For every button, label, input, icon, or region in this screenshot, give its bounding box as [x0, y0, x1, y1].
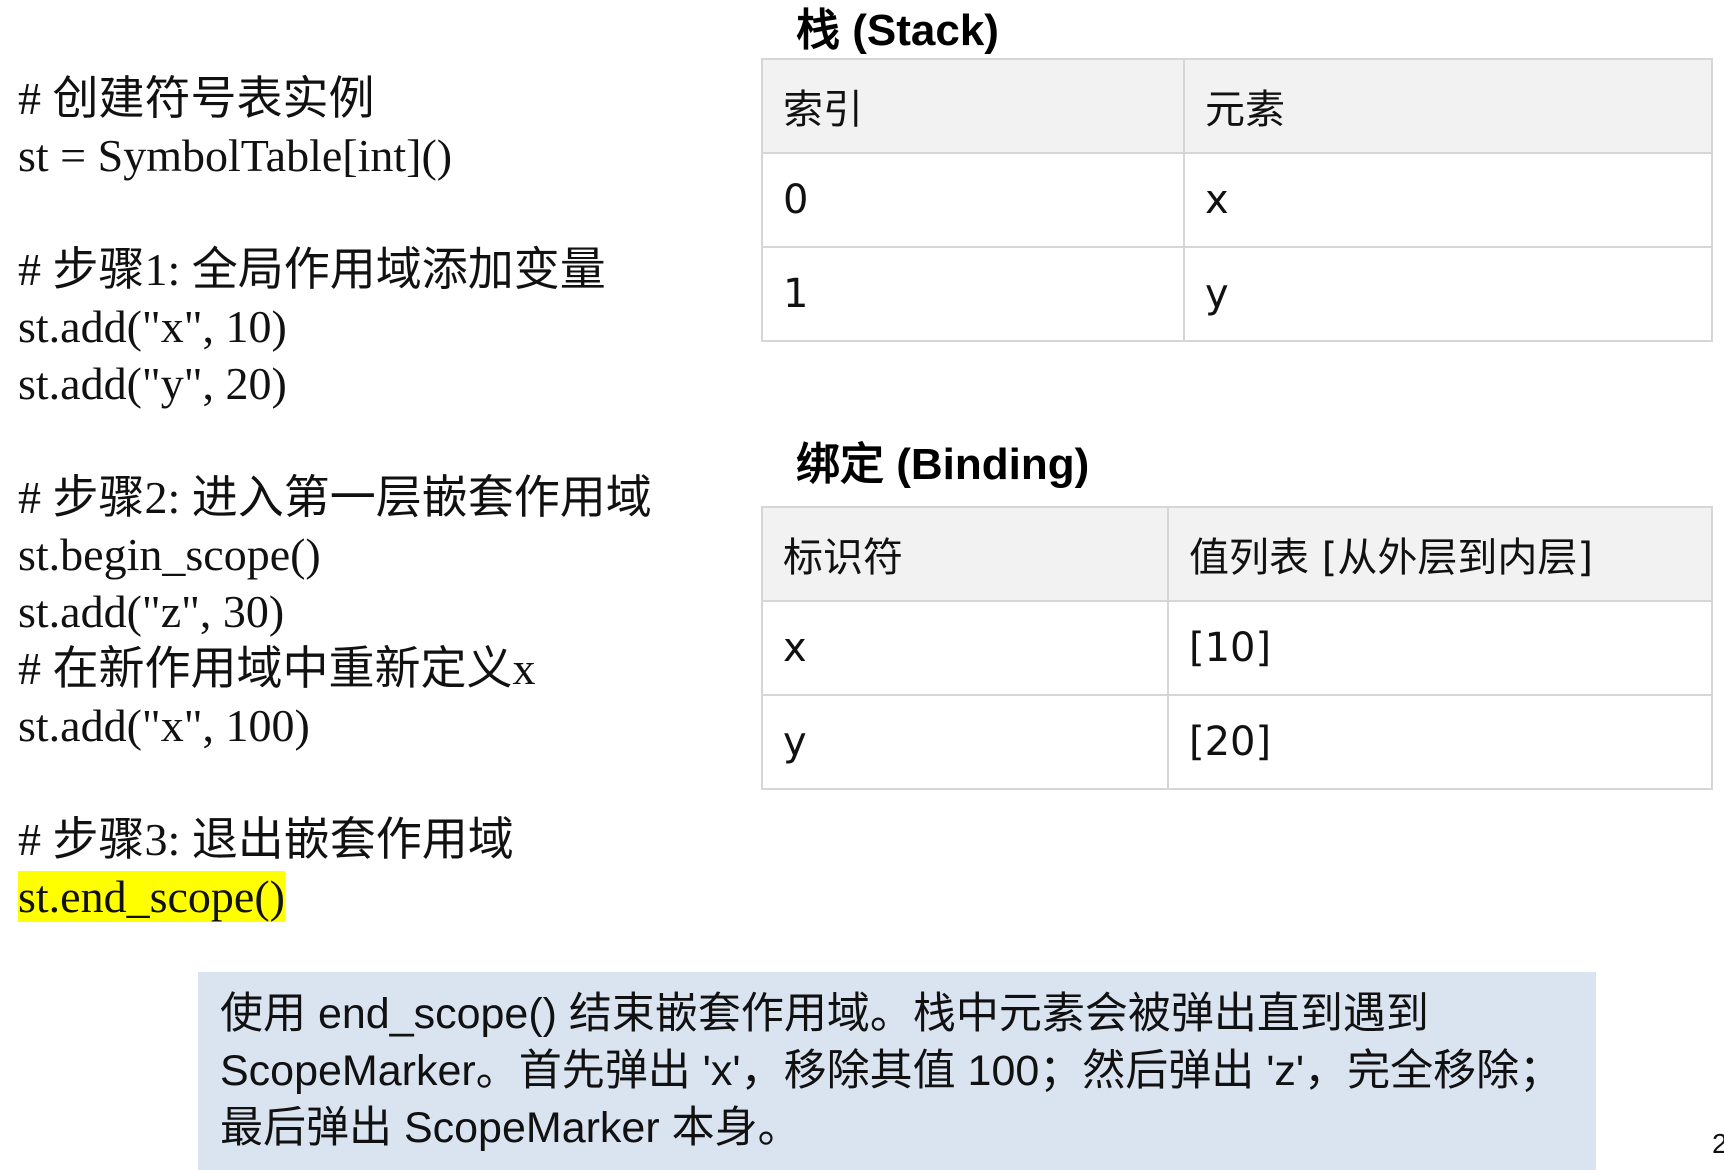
stack-cell-index: 0	[761, 152, 1185, 248]
code-line-add-x-100: st.add("x", 100)	[18, 700, 310, 751]
code-line-add-y: st.add("y", 20)	[18, 358, 287, 409]
binding-cell-values: [10]	[1167, 600, 1713, 696]
stack-title: 栈 (Stack)	[796, 6, 999, 55]
binding-cell-identifier: y	[761, 694, 1169, 790]
code-comment-redefine: # 在新作用域中重新定义x	[18, 643, 536, 694]
table-row: 0 x	[761, 152, 1713, 248]
code-comment-step1: # 步骤1: 全局作用域添加变量	[18, 244, 606, 295]
explanation-note: 使用 end_scope() 结束嵌套作用域。栈中元素会被弹出直到遇到 Scop…	[198, 972, 1596, 1170]
binding-header-identifier: 标识符	[761, 506, 1169, 602]
stack-cell-element: x	[1183, 152, 1713, 248]
code-comment-step3: # 步骤3: 退出嵌套作用域	[18, 814, 514, 865]
stack-cell-index: 1	[761, 246, 1185, 342]
stack-table: 索引 元素 0 x 1 y	[761, 58, 1713, 342]
binding-cell-values: [20]	[1167, 694, 1713, 790]
binding-cell-identifier: x	[761, 600, 1169, 696]
code-line-end-scope: st.end_scope()	[18, 868, 718, 925]
binding-header-values: 值列表 [从外层到内层]	[1167, 506, 1713, 602]
binding-title: 绑定 (Binding)	[796, 440, 1090, 489]
code-line-begin-scope: st.begin_scope()	[18, 529, 321, 580]
stack-header-element: 元素	[1183, 58, 1713, 154]
code-line-init: st = SymbolTable[int]()	[18, 130, 453, 181]
table-row: x [10]	[761, 600, 1713, 696]
table-header-row: 索引 元素	[761, 58, 1713, 154]
code-comment-step2: # 步骤2: 进入第一层嵌套作用域	[18, 472, 652, 523]
binding-table: 标识符 值列表 [从外层到内层] x [10] y [20]	[761, 506, 1713, 790]
stack-header-index: 索引	[761, 58, 1185, 154]
table-header-row: 标识符 值列表 [从外层到内层]	[761, 506, 1713, 602]
highlighted-code: st.end_scope()	[18, 871, 285, 922]
code-line-add-x: st.add("x", 10)	[18, 301, 287, 352]
table-row: y [20]	[761, 694, 1713, 790]
page-number: 2	[1712, 1128, 1724, 1159]
code-comment-create: # 创建符号表实例	[18, 73, 375, 124]
code-line-add-z: st.add("z", 30)	[18, 586, 285, 637]
code-panel: # 创建符号表实例 st = SymbolTable[int]() # 步骤1:…	[18, 70, 718, 925]
stack-cell-element: y	[1183, 246, 1713, 342]
table-row: 1 y	[761, 246, 1713, 342]
